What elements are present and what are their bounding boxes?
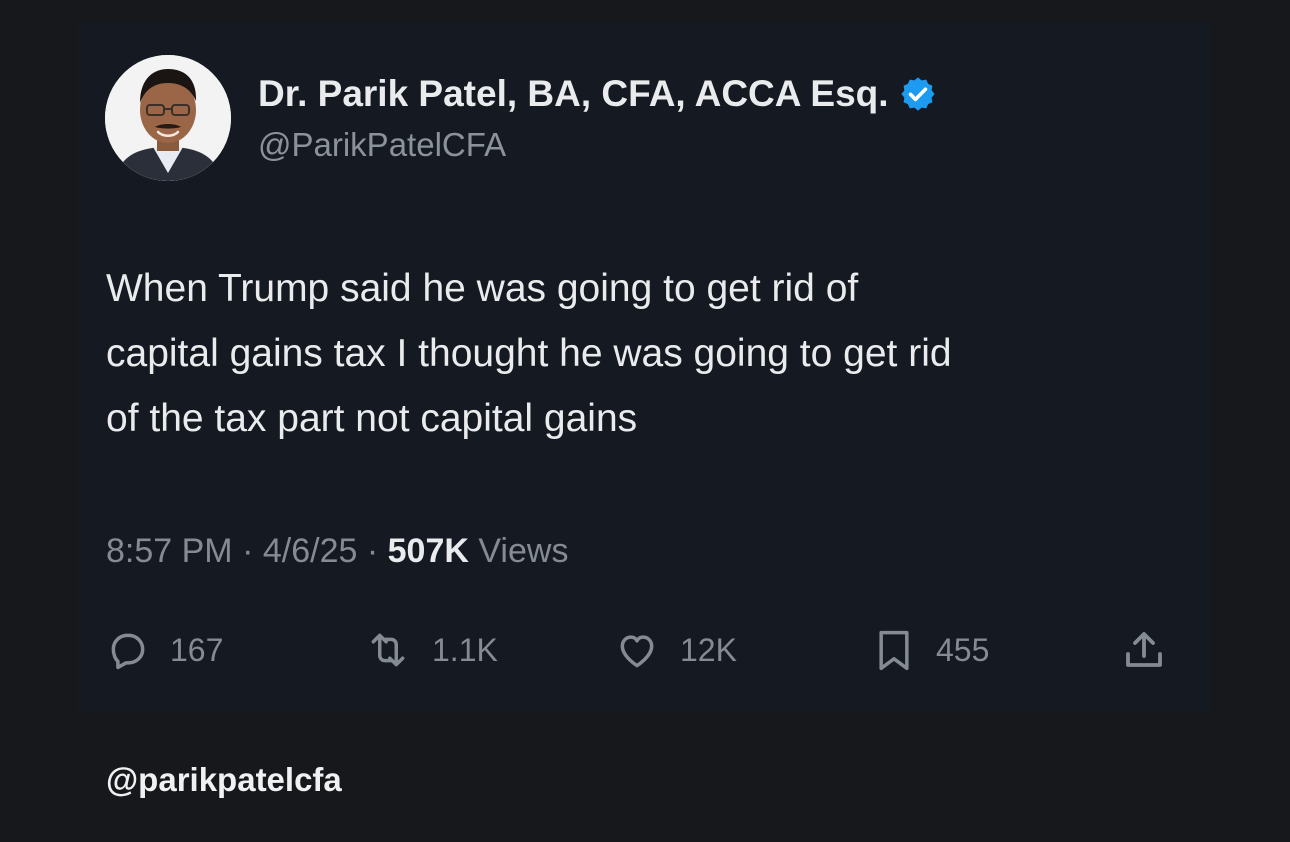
tweet-text-line: of the tax part not capital gains — [106, 397, 638, 440]
reply-count: 167 — [170, 631, 224, 668]
bookmark-icon — [879, 630, 909, 671]
verified-badge-icon — [899, 75, 937, 113]
repost-count: 1.1K — [432, 631, 498, 668]
repost-icon — [371, 633, 405, 667]
tweet-action-bar: 167 1.1K 12K 455 — [0, 620, 1290, 680]
watermark-handle: @parikpatelcfa — [106, 761, 342, 798]
screenshot-canvas: Dr. Parik Patel, BA, CFA, ACCA Esq. @Par… — [0, 0, 1290, 842]
bookmark-button[interactable]: 455 — [872, 620, 989, 680]
meta-separator: · — [242, 532, 263, 570]
author-name-text: Dr. Parik Patel, BA, CFA, ACCA Esq. — [258, 73, 889, 114]
views-count: 507K — [387, 532, 469, 570]
meta-separator: · — [366, 532, 388, 570]
share-icon — [1126, 632, 1162, 667]
tweet-text: When Trump said he was going to get rid … — [106, 256, 1186, 451]
reply-icon — [111, 633, 145, 670]
tweet-text-line: When Trump said he was going to get rid … — [106, 267, 859, 310]
tweet-time[interactable]: 8:57 PM — [106, 532, 233, 570]
bookmark-count: 455 — [936, 631, 990, 668]
author-handle[interactable]: @ParikPatelCFA — [258, 125, 506, 165]
like-count: 12K — [680, 631, 737, 668]
reply-button[interactable]: 167 — [106, 620, 223, 680]
author-name[interactable]: Dr. Parik Patel, BA, CFA, ACCA Esq. — [258, 72, 937, 116]
views-label: Views — [478, 532, 569, 570]
repost-button[interactable]: 1.1K — [364, 620, 498, 680]
share-button[interactable] — [1120, 620, 1188, 680]
like-button[interactable]: 12K — [614, 620, 737, 680]
author-avatar[interactable] — [105, 55, 231, 181]
tweet-date[interactable]: 4/6/25 — [263, 532, 358, 570]
tweet-text-line: capital gains tax I thought he was going… — [106, 332, 952, 375]
heart-icon — [620, 635, 654, 668]
tweet-metadata: 8:57 PM · 4/6/25 · 507K Views — [106, 530, 568, 572]
avatar-portrait-image — [105, 55, 231, 181]
